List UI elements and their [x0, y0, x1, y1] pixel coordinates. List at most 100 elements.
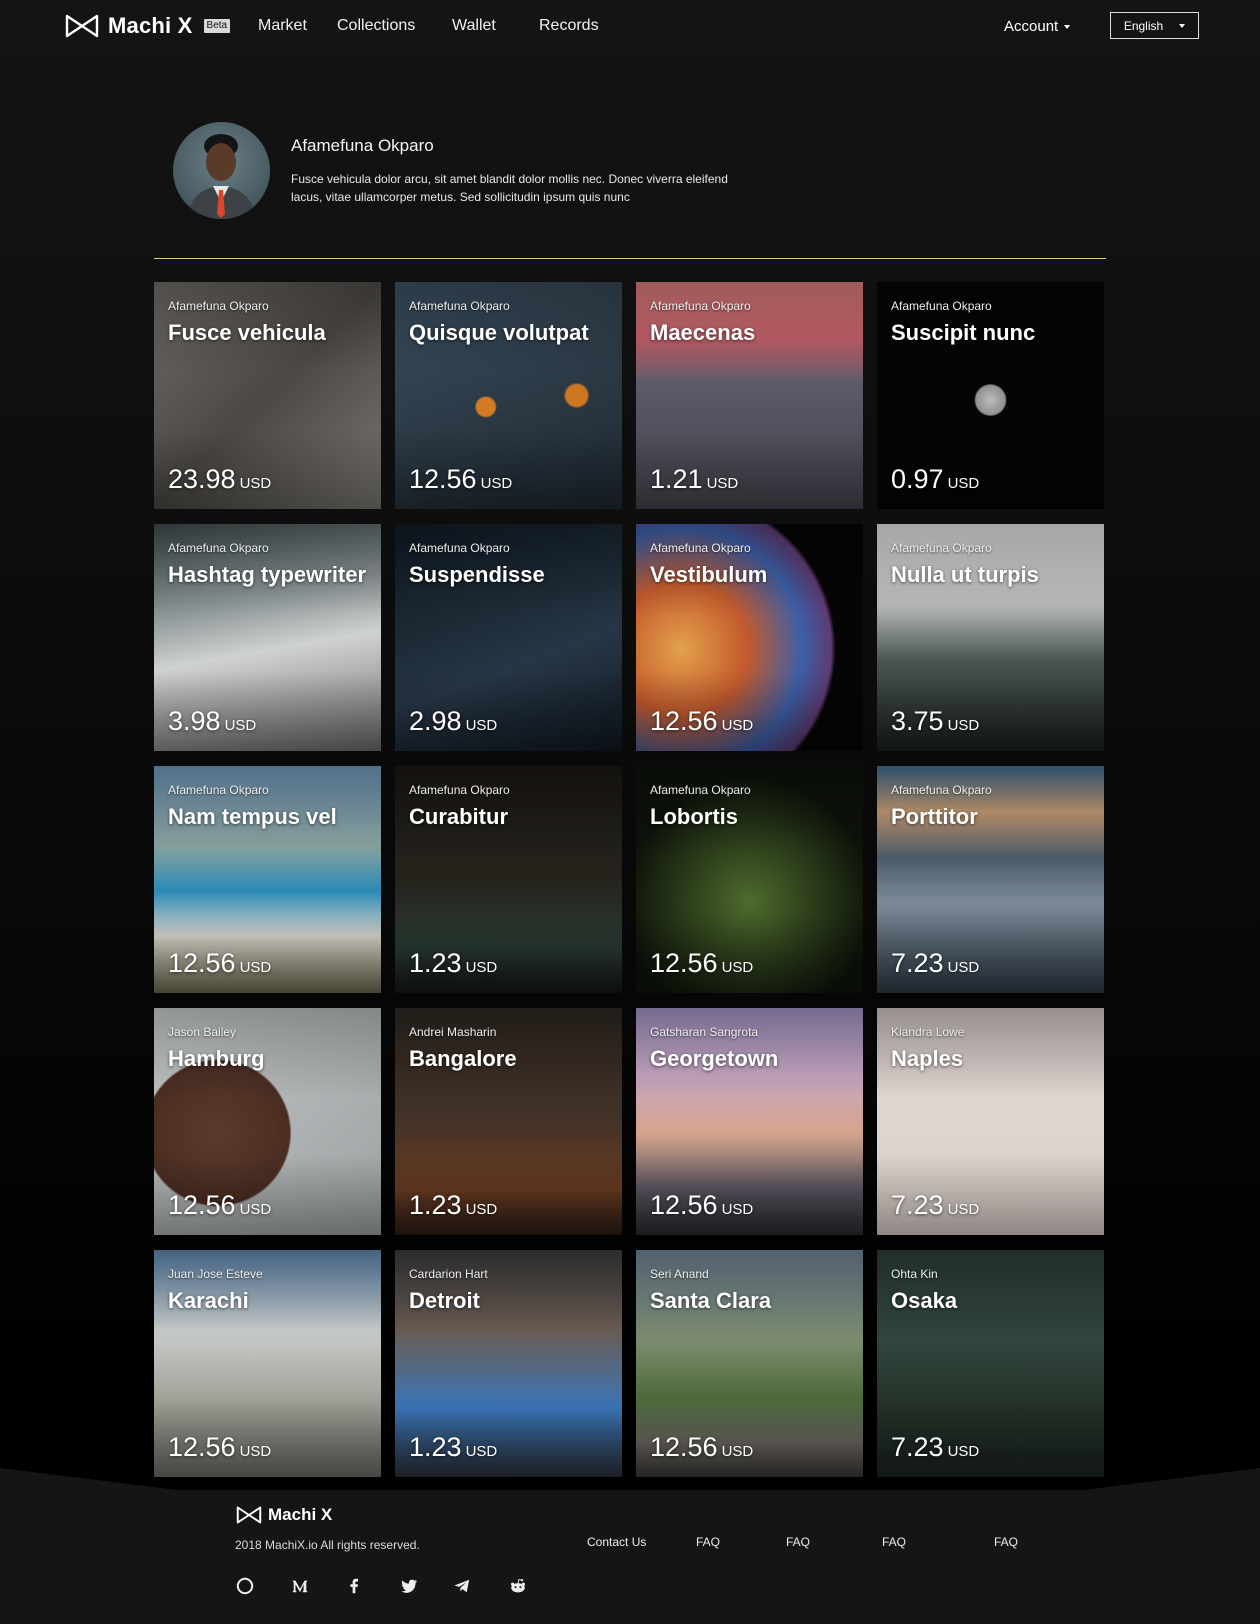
collection-card[interactable]: Kiandra Lowe Naples 7.23 USD: [877, 1008, 1104, 1235]
price-currency: USD: [239, 1443, 272, 1460]
nav-records[interactable]: Records: [539, 17, 599, 35]
card-title: Detroit: [409, 1288, 480, 1313]
price-currency: USD: [480, 475, 513, 492]
price-currency: USD: [947, 959, 980, 976]
collection-card[interactable]: Afamefuna Okparo Maecenas 1.21 USD: [636, 282, 863, 509]
price-amount: 1.23: [409, 1190, 462, 1220]
price-amount: 12.56: [168, 1432, 236, 1462]
footer-link-faq[interactable]: FAQ: [786, 1535, 810, 1549]
footer-brand-name: Machi X: [268, 1505, 333, 1524]
collection-card[interactable]: Afamefuna Okparo Hashtag typewriter 3.98 US…: [154, 524, 381, 751]
card-title: Vestibulum: [650, 562, 768, 587]
card-author: Afamefuna Okparo: [891, 299, 992, 313]
footer-link-faq[interactable]: FAQ: [696, 1535, 720, 1549]
card-author: Afamefuna Okparo: [650, 783, 751, 797]
card-author: Juan Jose Esteve: [168, 1267, 263, 1281]
card-author: Afamefuna Okparo: [168, 541, 269, 555]
facebook-icon[interactable]: [344, 1576, 364, 1596]
price-amount: 3.75: [891, 706, 944, 736]
price-currency: USD: [465, 959, 498, 976]
card-author: Afamefuna Okparo: [409, 541, 510, 555]
collection-card[interactable]: Juan Jose Esteve Karachi 12.56 USD: [154, 1250, 381, 1477]
collection-card[interactable]: Afamefuna Okparo Porttitor 7.23 USD: [877, 766, 1104, 993]
footer-brand[interactable]: Machi X: [236, 1505, 332, 1525]
card-price: 12.56 USD: [650, 948, 753, 979]
nav-wallet[interactable]: Wallet: [452, 17, 496, 35]
price-amount: 12.56: [650, 1190, 718, 1220]
language-select[interactable]: English: [1110, 12, 1199, 39]
price-currency: USD: [239, 1201, 272, 1218]
collection-card[interactable]: Afamefuna Okparo Vestibulum 12.56 USD: [636, 524, 863, 751]
price-amount: 23.98: [168, 464, 236, 494]
card-price: 3.75 USD: [891, 706, 979, 737]
card-price: 7.23 USD: [891, 1432, 979, 1463]
card-title: Lobortis: [650, 804, 738, 829]
price-amount: 7.23: [891, 948, 944, 978]
card-author: Cardarion Hart: [409, 1267, 488, 1281]
card-title: Quisque volutpat: [409, 320, 589, 345]
price-amount: 1.21: [650, 464, 703, 494]
card-author: Afamefuna Okparo: [409, 783, 510, 797]
reddit-icon[interactable]: [508, 1576, 528, 1596]
footer-link-contact[interactable]: Contact Us: [587, 1535, 646, 1549]
twitter-icon[interactable]: [399, 1576, 419, 1596]
card-author: Afamefuna Okparo: [168, 783, 269, 797]
price-currency: USD: [947, 1443, 980, 1460]
card-price: 12.56 USD: [650, 1190, 753, 1221]
price-currency: USD: [721, 1201, 754, 1218]
collection-card[interactable]: Gatsharan Sangrota Georgetown 12.56 USD: [636, 1008, 863, 1235]
brand-name: Machi X: [108, 13, 193, 38]
price-amount: 12.56: [650, 1432, 718, 1462]
card-title: Curabitur: [409, 804, 508, 829]
price-currency: USD: [947, 475, 980, 492]
collection-card[interactable]: Afamefuna Okparo Lobortis 12.56 USD: [636, 766, 863, 993]
collection-grid: Afamefuna Okparo Fusce vehicula 23.98 USD Af…: [154, 282, 1104, 1477]
card-title: Maecenas: [650, 320, 756, 345]
beta-badge: Beta: [203, 19, 231, 33]
collection-card[interactable]: Afamefuna Okparo Curabitur 1.23 USD: [395, 766, 622, 993]
brand-logo[interactable]: Machi X Beta: [65, 13, 231, 39]
price-amount: 3.98: [168, 706, 221, 736]
profile-divider: [154, 258, 1106, 259]
nav-collections[interactable]: Collections: [337, 17, 415, 35]
language-value: English: [1123, 18, 1164, 33]
collection-card[interactable]: Jason Bailey Hamburg 12.56 USD: [154, 1008, 381, 1235]
card-price: 12.56 USD: [409, 464, 512, 495]
card-author: Afamefuna Okparo: [409, 299, 510, 313]
card-price: 12.56 USD: [650, 706, 753, 737]
account-menu[interactable]: Account: [1004, 18, 1071, 35]
price-currency: USD: [239, 959, 272, 976]
price-currency: USD: [706, 475, 739, 492]
card-price: 12.56 USD: [168, 948, 271, 979]
price-amount: 12.56: [409, 464, 477, 494]
top-nav: Machi X Beta Market Collections Wallet R…: [0, 0, 1260, 52]
card-author: Afamefuna Okparo: [891, 783, 992, 797]
medium-icon[interactable]: [290, 1576, 310, 1596]
collection-card[interactable]: Andrei Masharin Bangalore 1.23 USD: [395, 1008, 622, 1235]
card-price: 7.23 USD: [891, 1190, 979, 1221]
telegram-icon[interactable]: [452, 1576, 472, 1596]
collection-card[interactable]: Afamefuna Okparo Suscipit nunc 0.97 USD: [877, 282, 1104, 509]
collection-card[interactable]: Ohta Kin Osaka 7.23 USD: [877, 1250, 1104, 1477]
card-title: Santa Clara: [650, 1288, 772, 1313]
footer-link-faq[interactable]: FAQ: [994, 1535, 1018, 1549]
card-price: 1.23 USD: [409, 1190, 497, 1221]
collection-card[interactable]: Afamefuna Okparo Fusce vehicula 23.98 USD: [154, 282, 381, 509]
steemit-icon[interactable]: [235, 1576, 255, 1596]
card-title: Nulla ut turpis: [891, 562, 1039, 587]
account-label: Account: [1004, 18, 1059, 35]
collection-card[interactable]: Seri Anand Santa Clara 12.56 USD: [636, 1250, 863, 1477]
price-amount: 12.56: [650, 948, 718, 978]
footer-link-faq[interactable]: FAQ: [882, 1535, 906, 1549]
collection-card[interactable]: Afamefuna Okparo Nam tempus vel 12.56 USD: [154, 766, 381, 993]
price-amount: 12.56: [168, 1190, 236, 1220]
card-title: Georgetown: [650, 1046, 779, 1071]
card-author: Andrei Masharin: [409, 1025, 497, 1039]
collection-card[interactable]: Afamefuna Okparo Nulla ut turpis 3.75 USD: [877, 524, 1104, 751]
price-currency: USD: [465, 1201, 498, 1218]
collection-card[interactable]: Cardarion Hart Detroit 1.23 USD: [395, 1250, 622, 1477]
collection-card[interactable]: Afamefuna Okparo Suspendisse 2.98 USD: [395, 524, 622, 751]
nav-market[interactable]: Market: [258, 17, 307, 35]
card-title: Karachi: [168, 1288, 249, 1313]
collection-card[interactable]: Afamefuna Okparo Quisque volutpat 12.56 USD: [395, 282, 622, 509]
